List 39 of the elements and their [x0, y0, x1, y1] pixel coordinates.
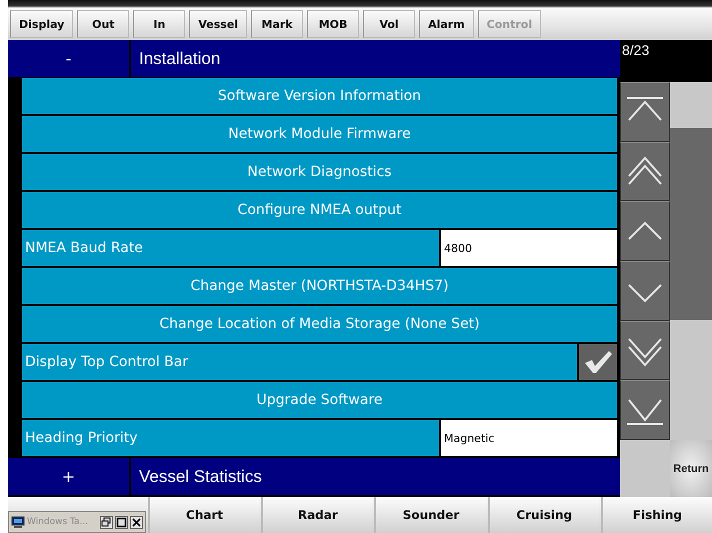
- page-up-button[interactable]: [620, 142, 670, 202]
- mode-tab[interactable]: Radar: [261, 497, 372, 533]
- return-button[interactable]: Return: [670, 440, 712, 497]
- computer-icon: [11, 516, 25, 528]
- section-title: Vessel Statistics: [138, 466, 262, 486]
- setting-label: Heading Priority: [22, 420, 441, 456]
- section-header[interactable]: + Vessel Statistics: [8, 458, 620, 496]
- maximize-icon[interactable]: [115, 516, 128, 528]
- section-title: Installation: [138, 48, 220, 68]
- menu-tab[interactable]: Vol: [363, 10, 416, 38]
- setting-label: NMEA Baud Rate: [22, 230, 441, 266]
- setting-label: Display Top Control Bar: [22, 344, 579, 380]
- scroll-down-button[interactable]: [620, 261, 670, 321]
- scroll-bottom-button[interactable]: [620, 380, 670, 440]
- mode-tab[interactable]: Sounder: [374, 497, 486, 533]
- scroll-thumb[interactable]: [670, 128, 712, 320]
- menu-tab[interactable]: Out: [77, 10, 130, 38]
- restore-icon[interactable]: [100, 516, 113, 528]
- menu-tab[interactable]: Vessel: [189, 10, 248, 38]
- menu-tab[interactable]: Alarm: [419, 10, 474, 38]
- value-field[interactable]: 4800: [441, 230, 617, 266]
- expand-sign: +: [8, 458, 131, 495]
- menu-tab[interactable]: In: [133, 10, 186, 38]
- taskbar-title: Windows Ta...: [27, 517, 90, 527]
- scroll-up-button[interactable]: [620, 201, 670, 262]
- checkbox[interactable]: [579, 344, 617, 380]
- menu-tab[interactable]: Mark: [251, 10, 304, 38]
- mode-tab[interactable]: Cruising: [488, 497, 599, 533]
- section-header[interactable]: - Installation: [8, 40, 620, 78]
- value-field[interactable]: Magnetic: [441, 420, 617, 456]
- mode-tab[interactable]: Chart: [148, 497, 260, 533]
- page-down-button[interactable]: [620, 320, 670, 380]
- checkmark-icon: [583, 349, 613, 375]
- page-counter: 8/23: [620, 40, 712, 82]
- mode-tab[interactable]: Fishing: [600, 497, 712, 533]
- menu-tab[interactable]: MOB: [307, 10, 360, 38]
- scroll-top-button[interactable]: [620, 82, 670, 142]
- menu-tab[interactable]: Display: [10, 10, 74, 38]
- close-icon[interactable]: [130, 516, 143, 528]
